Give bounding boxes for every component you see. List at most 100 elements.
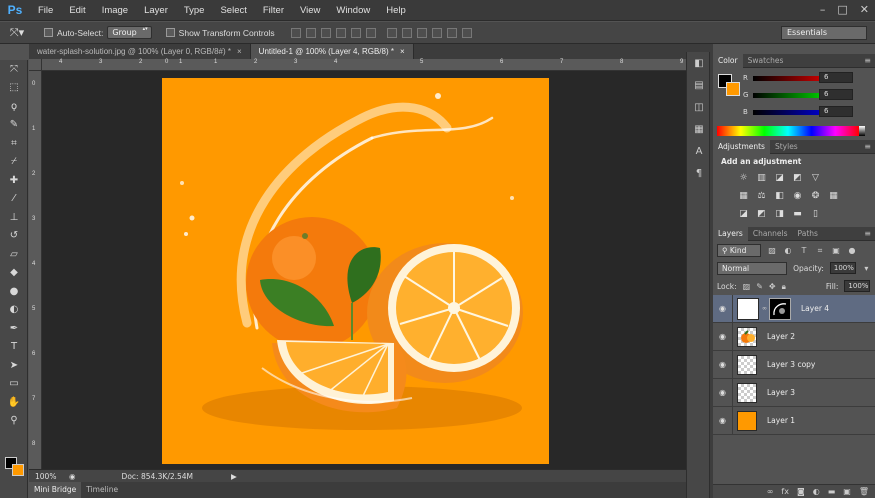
maximize-button[interactable]: □ <box>837 3 847 16</box>
tab-water-splash[interactable]: water-splash-solution.jpg @ 100% (Layer … <box>29 44 251 59</box>
close-tab-icon[interactable]: × <box>237 47 242 56</box>
blend-mode-dropdown[interactable]: Normal <box>717 261 788 275</box>
filter-adjustment-icon[interactable]: ◐ <box>783 245 793 256</box>
panel-menu-icon[interactable]: ≡ <box>864 227 871 241</box>
tab-channels[interactable]: Channels <box>748 227 793 241</box>
status-arrow-icon[interactable]: ▶ <box>231 472 237 481</box>
align-vcenter-icon[interactable] <box>305 27 316 38</box>
channel-mixer-icon[interactable]: ❂ <box>809 190 822 202</box>
menu-view[interactable]: View <box>292 5 328 16</box>
vibrance-icon[interactable]: ▽ <box>809 172 822 184</box>
fill-input[interactable]: 100% <box>844 280 871 292</box>
grayscale-ramp[interactable] <box>859 126 865 136</box>
exposure-icon[interactable]: ◩ <box>791 172 804 184</box>
red-value-input[interactable]: 6 <box>819 72 853 83</box>
lock-position-icon[interactable]: ✥ <box>769 281 776 292</box>
layer-row[interactable]: ◉ Layer 3 copy <box>713 350 875 379</box>
tab-color[interactable]: Color <box>713 53 743 68</box>
distribute-vcenter-icon[interactable] <box>401 27 412 38</box>
clone-stamp-tool-icon[interactable]: ⊥ <box>0 208 28 227</box>
align-bottom-icon[interactable] <box>320 27 331 38</box>
move-tool-icon[interactable]: ⤧ <box>0 60 28 79</box>
black-white-icon[interactable]: ◧ <box>773 190 786 202</box>
filter-pixel-icon[interactable]: ▨ <box>767 245 777 256</box>
workspace-dropdown[interactable]: Essentials <box>781 26 867 40</box>
threshold-icon[interactable]: ◨ <box>773 208 786 220</box>
eraser-tool-icon[interactable]: ▱ <box>0 245 28 264</box>
align-hcenter-icon[interactable] <box>350 27 361 38</box>
properties-icon[interactable]: ▤ <box>687 74 711 96</box>
fx-icon[interactable]: fx <box>781 487 789 496</box>
menu-edit[interactable]: Edit <box>61 5 93 16</box>
dodge-tool-icon[interactable]: ◐ <box>0 301 28 320</box>
lock-transparent-icon[interactable]: ▨ <box>743 281 751 292</box>
new-adjustment-icon[interactable]: ◐ <box>813 487 820 496</box>
distribute-hcenter-icon[interactable] <box>446 27 457 38</box>
layer-row[interactable]: ◉ Layer 3 <box>713 378 875 407</box>
menu-filter[interactable]: Filter <box>255 5 292 16</box>
menu-window[interactable]: Window <box>328 5 378 16</box>
marquee-tool-icon[interactable]: ⬚ <box>0 79 28 98</box>
blue-value-input[interactable]: 6 <box>819 106 853 117</box>
panel-menu-icon[interactable]: ≡ <box>864 140 871 154</box>
type-tool-icon[interactable]: T <box>0 338 28 357</box>
kind-filter-dropdown[interactable]: ⚲ Kind <box>717 243 761 257</box>
posterize-icon[interactable]: ◩ <box>755 208 768 220</box>
distribute-bottom-icon[interactable] <box>416 27 427 38</box>
new-group-icon[interactable]: ▬ <box>828 487 836 496</box>
filter-toggle-icon[interactable]: ● <box>847 245 857 256</box>
color-spectrum[interactable] <box>717 126 859 136</box>
selective-color-icon[interactable]: ▯ <box>809 208 822 220</box>
layer-row[interactable]: ◉ Layer 1 <box>713 406 875 435</box>
close-tab-icon[interactable]: × <box>400 47 405 56</box>
layer-row[interactable]: ◉ Layer 2 <box>713 322 875 351</box>
auto-select-checkbox[interactable] <box>44 28 53 37</box>
panel-menu-icon[interactable]: ≡ <box>864 54 871 68</box>
tab-layers[interactable]: Layers <box>713 226 748 241</box>
hand-tool-icon[interactable]: ✋ <box>0 393 28 412</box>
vertical-ruler[interactable]: 0 1 2 3 4 5 6 7 8 <box>29 71 42 469</box>
menu-select[interactable]: Select <box>212 5 254 16</box>
gradient-map-icon[interactable]: ▬ <box>791 208 804 220</box>
color-balance-icon[interactable]: ⚖ <box>755 190 768 202</box>
brush-presets-icon[interactable]: ▦ <box>687 118 711 140</box>
brightness-contrast-icon[interactable]: ☼ <box>737 172 750 184</box>
eyedropper-tool-icon[interactable]: ⌿ <box>0 153 28 172</box>
auto-select-dropdown[interactable]: Group <box>107 26 152 39</box>
filter-type-icon[interactable]: T <box>799 245 809 256</box>
lock-pixels-icon[interactable]: ✎ <box>756 281 763 292</box>
tab-mini-bridge[interactable]: Mini Bridge <box>29 482 82 498</box>
character-icon[interactable]: A <box>687 140 711 162</box>
visibility-eye-icon[interactable]: ◉ <box>713 406 733 435</box>
horizontal-ruler[interactable]: 4 3 2 1 0 1 2 3 4 5 6 7 8 9 <box>42 59 700 71</box>
delete-layer-icon[interactable]: 🗑︎ <box>859 487 869 496</box>
minimize-button[interactable]: – <box>820 3 826 16</box>
invert-icon[interactable]: ◪ <box>737 208 750 220</box>
opacity-input[interactable]: 100% <box>829 262 856 274</box>
transform-controls-checkbox[interactable] <box>165 28 175 37</box>
menu-layer[interactable]: Layer <box>136 5 176 16</box>
align-right-icon[interactable] <box>365 27 376 38</box>
add-mask-icon[interactable]: ◙ <box>797 487 805 496</box>
filter-shape-icon[interactable]: ⌗ <box>815 245 825 256</box>
color-lookup-icon[interactable]: ▦ <box>827 190 840 202</box>
menu-file[interactable]: File <box>30 5 61 16</box>
background-color-swatch[interactable] <box>12 464 24 476</box>
zoom-level[interactable]: 100% <box>29 472 59 481</box>
distribute-top-icon[interactable] <box>386 27 397 38</box>
mask-link-icon[interactable]: ∞ <box>762 305 767 312</box>
menu-type[interactable]: Type <box>176 5 213 16</box>
move-tool-preset-icon[interactable]: ⤧▾ <box>0 26 34 40</box>
align-top-icon[interactable] <box>290 27 301 38</box>
history-brush-tool-icon[interactable]: ↺ <box>0 227 28 246</box>
healing-brush-tool-icon[interactable]: ✚ <box>0 171 28 190</box>
pen-tool-icon[interactable]: ✒ <box>0 319 28 338</box>
paragraph-icon[interactable]: ¶ <box>687 162 711 184</box>
curves-icon[interactable]: ◪ <box>773 172 786 184</box>
history-icon[interactable]: ◧ <box>687 52 711 74</box>
blur-tool-icon[interactable]: ● <box>0 282 28 301</box>
quick-select-tool-icon[interactable]: ✎ <box>0 116 28 135</box>
menu-image[interactable]: Image <box>94 5 136 16</box>
visibility-eye-icon[interactable]: ◉ <box>713 350 733 379</box>
distribute-left-icon[interactable] <box>431 27 442 38</box>
